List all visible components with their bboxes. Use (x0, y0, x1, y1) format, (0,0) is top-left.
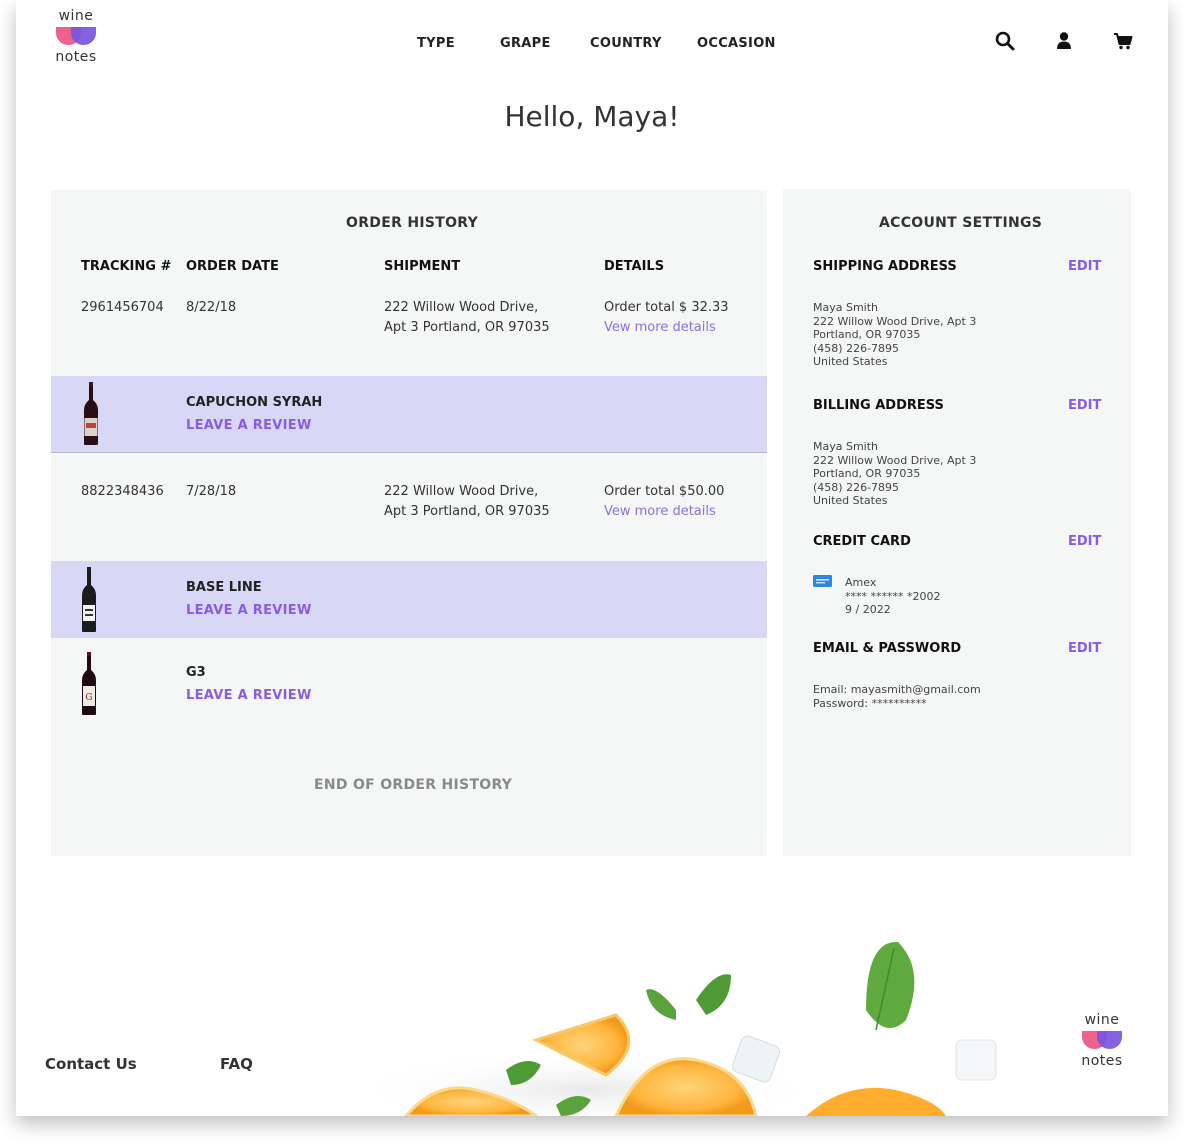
billing-address-heading: BILLING ADDRESS (813, 398, 944, 413)
col-tracking: TRACKING # (81, 259, 172, 274)
nav-type[interactable]: TYPE (417, 36, 455, 51)
logo-mark-icon (56, 27, 96, 45)
password-value: Password: ********** (813, 696, 927, 710)
order-shipment-line2: Apt 3 Portland, OR 97035 (384, 504, 550, 519)
email-password-heading: EMAIL & PASSWORD (813, 641, 962, 656)
email-value: Email: mayasmith@gmail.com (813, 683, 981, 696)
account-settings-title: ACCOUNT SETTINGS (879, 215, 1043, 231)
logo-notes-text: notes (1081, 1053, 1123, 1069)
address-line: Maya Smith (813, 301, 879, 314)
order-date: 7/28/18 (186, 484, 237, 499)
order-item-row: BASE LINE LEAVE A REVIEW (51, 561, 767, 638)
nav-occasion[interactable]: OCCASION (697, 36, 776, 51)
end-of-history-note: END OF ORDER HISTORY (314, 777, 513, 793)
brand-logo[interactable]: wine notes (46, 8, 106, 65)
order-shipment-line1: 222 Willow Wood Drive, (384, 484, 539, 499)
address-line: Maya Smith (813, 440, 879, 453)
billing-address: Maya Smith 222 Willow Wood Drive, Apt 3 … (813, 440, 976, 508)
product-name: G3 (186, 665, 206, 680)
address-line: (458) 226-7895 (813, 480, 900, 494)
leave-review-button[interactable]: LEAVE A REVIEW (186, 418, 312, 433)
order-item-row: CAPUCHON SYRAH LEAVE A REVIEW (51, 376, 767, 453)
wine-bottle-image: G (82, 652, 96, 715)
product-name: BASE LINE (186, 580, 262, 595)
contact-us-link[interactable]: Contact Us (45, 1055, 137, 1073)
edit-billing-button[interactable]: EDIT (1068, 398, 1101, 413)
nav-country[interactable]: COUNTRY (590, 36, 662, 51)
nav-grape[interactable]: GRAPE (500, 36, 551, 51)
address-line: Portland, OR 97035 (813, 467, 921, 481)
user-icon[interactable] (1053, 30, 1075, 52)
footer-citrus-image (346, 941, 997, 1116)
address-line: 222 Willow Wood Drive, Apt 3 (813, 453, 977, 467)
logo-notes-text: notes (55, 49, 97, 65)
address-line: United States (813, 494, 888, 508)
page: wine notes TYPE GRAPE COUNTRY OCCASION H… (16, 0, 1168, 1116)
wine-bottle-image (82, 567, 96, 632)
address-line: United States (813, 355, 888, 369)
view-details-link[interactable]: Vew more details (604, 318, 716, 338)
order-tracking: 2961456704 (81, 300, 164, 315)
order-date: 8/22/18 (186, 300, 237, 315)
faq-link[interactable]: FAQ (220, 1055, 253, 1073)
email-password-values: Email: mayasmith@gmail.com Password: ***… (813, 683, 981, 710)
footer-brand-logo[interactable]: wine notes (1072, 1012, 1132, 1069)
svg-text:G: G (85, 693, 92, 703)
card-details: Amex **** ****** *2002 9 / 2022 (845, 576, 941, 617)
logo-mark-icon (1082, 1031, 1122, 1049)
card-number: **** ****** *2002 (845, 589, 941, 603)
leave-review-button[interactable]: LEAVE A REVIEW (186, 688, 312, 703)
shipping-address-heading: SHIPPING ADDRESS (813, 259, 957, 274)
col-shipment: SHIPMENT (384, 259, 461, 274)
product-name: CAPUCHON SYRAH (186, 395, 323, 410)
card-brand: Amex (845, 576, 877, 589)
order-item-row: G G3 LEAVE A REVIEW (51, 646, 767, 720)
card-expiry: 9 / 2022 (845, 603, 891, 617)
order-shipment-line2: Apt 3 Portland, OR 97035 (384, 320, 550, 335)
logo-wine-text: wine (58, 8, 94, 24)
col-details: DETAILS (604, 259, 665, 274)
edit-email-button[interactable]: EDIT (1068, 641, 1101, 656)
page-title: Hello, Maya! (504, 100, 680, 133)
col-order-date: ORDER DATE (186, 259, 279, 274)
order-total: Order total $ 32.33 (604, 300, 729, 315)
order-history-title: ORDER HISTORY (346, 215, 479, 231)
address-line: (458) 226-7895 (813, 341, 900, 355)
logo-wine-text: wine (1084, 1012, 1120, 1028)
order-tracking: 8822348436 (81, 484, 164, 499)
search-icon[interactable] (994, 30, 1016, 52)
edit-shipping-button[interactable]: EDIT (1068, 259, 1101, 274)
address-line: Portland, OR 97035 (813, 328, 921, 342)
wine-bottle-image (84, 382, 98, 445)
amex-card-icon (813, 575, 832, 587)
leave-review-button[interactable]: LEAVE A REVIEW (186, 603, 312, 618)
order-shipment-line1: 222 Willow Wood Drive, (384, 300, 539, 315)
cart-icon[interactable] (1112, 30, 1134, 52)
address-line: 222 Willow Wood Drive, Apt 3 (813, 314, 977, 328)
order-total: Order total $50.00 (604, 484, 725, 499)
credit-card-heading: CREDIT CARD (813, 534, 911, 549)
edit-card-button[interactable]: EDIT (1068, 534, 1101, 549)
shipping-address: Maya Smith 222 Willow Wood Drive, Apt 3 … (813, 301, 976, 369)
order-history-panel: ORDER HISTORY TRACKING # ORDER DATE SHIP… (51, 190, 767, 856)
account-settings-panel: ACCOUNT SETTINGS SHIPPING ADDRESS EDIT M… (783, 189, 1131, 856)
view-details-link[interactable]: Vew more details (604, 502, 716, 522)
